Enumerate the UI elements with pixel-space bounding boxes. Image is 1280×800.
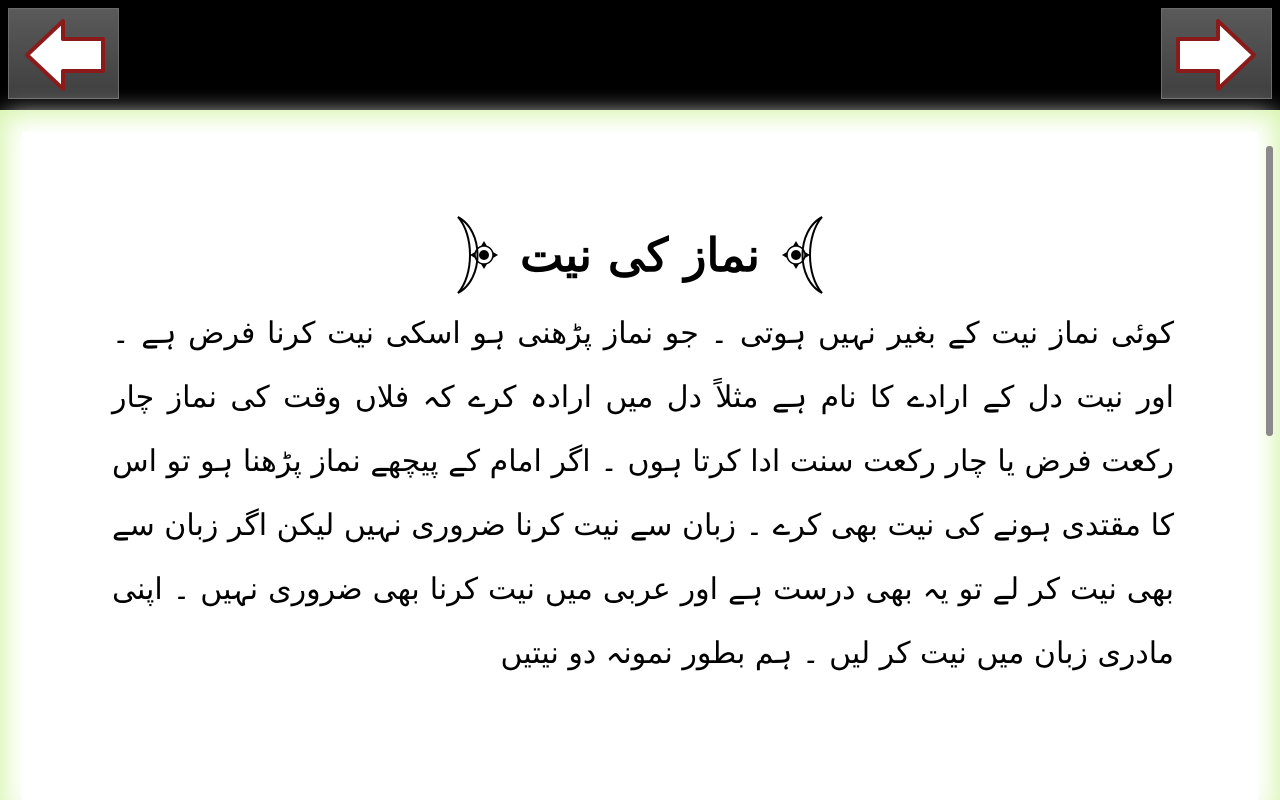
article-body: کوئی نماز نیت کے بغیر نہیں ہوتی ۔ جو نما… <box>112 316 1174 671</box>
top-toolbar <box>0 0 1280 110</box>
vertical-scrollbar[interactable] <box>1266 146 1273 436</box>
article-title: نماز کی نیت <box>520 228 760 282</box>
arrow-right-icon <box>1176 19 1256 91</box>
content-frame: نماز کی نیت کوئی نماز نیت کے بغیر نہیں ہ… <box>0 110 1280 800</box>
ornament-icon <box>781 216 823 294</box>
arrow-left-icon <box>25 19 105 91</box>
ornament-icon <box>457 216 499 294</box>
previous-page-button[interactable] <box>8 8 119 99</box>
next-page-button[interactable] <box>1161 8 1272 99</box>
article-page[interactable]: نماز کی نیت کوئی نماز نیت کے بغیر نہیں ہ… <box>22 132 1258 800</box>
article-title-row: نماز کی نیت <box>22 210 1258 300</box>
